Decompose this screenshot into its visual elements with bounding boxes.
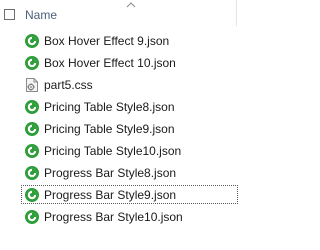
column-header: Name <box>0 0 241 26</box>
file-row[interactable]: Pricing Table Style10.json <box>0 140 241 162</box>
file-row[interactable]: Box Hover Effect 9.json <box>0 30 241 52</box>
file-name: Box Hover Effect 9.json <box>44 34 170 48</box>
file-name: Pricing Table Style10.json <box>44 144 182 158</box>
file-name: Pricing Table Style8.json <box>44 100 175 114</box>
json-file-icon <box>24 187 40 203</box>
file-row[interactable]: Progress Bar Style8.json <box>0 162 241 184</box>
file-row[interactable]: Pricing Table Style8.json <box>0 96 241 118</box>
file-row[interactable]: Pricing Table Style9.json <box>0 118 241 140</box>
file-row[interactable]: Progress Bar Style9.json <box>0 184 241 206</box>
json-file-icon <box>24 121 40 137</box>
file-name: Progress Bar Style8.json <box>44 166 177 180</box>
file-name: Pricing Table Style9.json <box>44 122 175 136</box>
json-file-icon <box>24 143 40 159</box>
json-file-icon <box>24 33 40 49</box>
file-row[interactable]: part5.css <box>0 74 241 96</box>
column-divider[interactable] <box>236 0 237 26</box>
file-row[interactable]: Box Hover Effect 10.json <box>0 52 241 74</box>
json-file-icon <box>24 55 40 71</box>
css-file-icon <box>24 77 40 93</box>
name-column-header[interactable]: Name <box>25 8 57 22</box>
file-list: Box Hover Effect 9.json Box Hover Effect… <box>0 30 241 228</box>
file-name: part5.css <box>44 78 93 92</box>
json-file-icon <box>24 99 40 115</box>
file-name: Progress Bar Style9.json <box>44 188 177 202</box>
json-file-icon <box>24 209 40 225</box>
sort-chevron-up-icon[interactable] <box>126 2 136 8</box>
file-name: Box Hover Effect 10.json <box>44 56 176 70</box>
file-row[interactable]: Progress Bar Style10.json <box>0 206 241 228</box>
file-name: Progress Bar Style10.json <box>44 210 183 224</box>
json-file-icon <box>24 165 40 181</box>
select-all-checkbox[interactable] <box>4 9 15 20</box>
